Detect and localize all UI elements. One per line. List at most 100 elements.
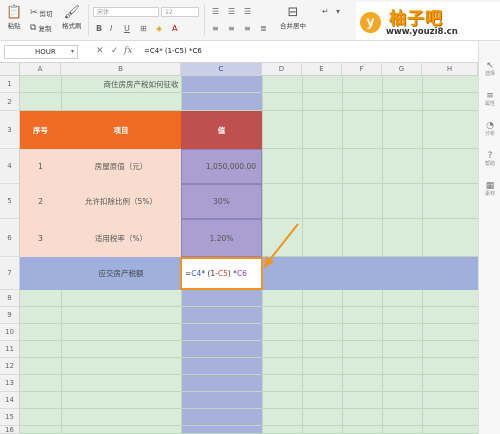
logo-mark: y	[360, 12, 381, 33]
row-header[interactable]: 6	[0, 219, 20, 257]
row-no-cell[interactable]: 3	[20, 219, 61, 257]
align-bottom-icon[interactable]: ☰	[244, 7, 251, 16]
select-all-corner[interactable]	[0, 63, 20, 76]
active-cell-editor[interactable]: = C4 * (1- C5 ) * C6	[180, 257, 263, 290]
copy-label: 复制	[38, 25, 52, 33]
scissors-icon: ✂	[30, 7, 38, 18]
column-header-g[interactable]: G	[382, 63, 422, 76]
align-left-icon[interactable]: ≡	[212, 24, 219, 33]
side-item-select[interactable]: ↖ 选择	[479, 61, 500, 78]
column-header-b[interactable]: B	[61, 63, 181, 76]
header-value-cell[interactable]: 值	[181, 111, 262, 149]
wrap-text-icon[interactable]: ↵	[322, 7, 329, 16]
row-header[interactable]: 12	[0, 358, 20, 375]
row-header[interactable]: 3	[0, 111, 20, 149]
grid-line	[422, 76, 423, 434]
row-header[interactable]: 9	[0, 307, 20, 324]
grid-line	[302, 76, 303, 434]
material-icon: ▦	[485, 181, 495, 191]
row-header[interactable]: 8	[0, 290, 20, 307]
row-no-cell[interactable]: 1	[20, 149, 61, 184]
italic-button[interactable]: I	[110, 24, 112, 33]
formula-part: ) *	[227, 269, 237, 278]
ribbon-toolbar: 📋 粘贴 ✂ 剪切 ⧉ 复制 🖌 格式刷 宋体 12 B I U ⊞ ◈ A ☰…	[0, 0, 500, 41]
format-painter-button[interactable]: 🖌 格式刷	[62, 6, 82, 30]
align-middle-icon[interactable]: ☰	[228, 7, 235, 16]
row-item-cell[interactable]: 允许扣除比例（5%）	[61, 184, 181, 219]
column-header-h[interactable]: H	[422, 63, 478, 76]
side-item-label: 选择	[484, 71, 495, 77]
confirm-icon[interactable]: ✓	[111, 46, 119, 57]
row-header[interactable]: 15	[0, 409, 20, 426]
copy-icon: ⧉	[30, 22, 37, 33]
formula-bar: HOUR ▾ ✕ ✓ fx =C4* (1-C5) *C6	[0, 41, 478, 63]
row-header[interactable]: 16	[0, 426, 20, 434]
grid-line	[20, 391, 478, 392]
row-header[interactable]: 11	[0, 341, 20, 358]
row-header[interactable]: 13	[0, 375, 20, 392]
formula-ref-c5: C5	[217, 269, 228, 278]
row-value-cell[interactable]: 30%	[181, 184, 262, 219]
name-box[interactable]: HOUR ▾	[4, 45, 78, 59]
cut-button[interactable]: ✂ 剪切	[30, 8, 53, 18]
underline-button[interactable]: U	[124, 24, 130, 33]
row-item-cell[interactable]: 房屋原值（元）	[61, 149, 181, 184]
column-header-a[interactable]: A	[20, 63, 61, 76]
format-painter-label: 格式刷	[62, 22, 82, 30]
side-item-help[interactable]: ? 帮助	[479, 151, 500, 168]
font-color-icon[interactable]: A	[172, 24, 177, 33]
grid-line	[20, 340, 478, 341]
header-no-cell[interactable]: 序号	[20, 111, 61, 149]
row-header[interactable]: 7	[0, 257, 20, 290]
font-name-select[interactable]: 宋体	[93, 7, 159, 17]
fill-color-icon[interactable]: ◈	[156, 24, 162, 33]
row-header[interactable]: 2	[0, 93, 20, 111]
result-label-cell[interactable]: 应交房产税额	[61, 257, 181, 290]
side-item-analysis[interactable]: ◔ 分析	[479, 121, 500, 138]
paste-button[interactable]: 📋 粘贴	[6, 6, 22, 30]
bold-button[interactable]: B	[96, 24, 102, 33]
border-icon[interactable]: ⊞	[140, 24, 147, 33]
header-item-cell[interactable]: 项目	[61, 111, 181, 149]
row-header[interactable]: 14	[0, 392, 20, 409]
name-box-value: HOUR	[35, 48, 56, 56]
chevron-down-icon[interactable]: ▾	[71, 46, 74, 58]
column-header-e[interactable]: E	[302, 63, 342, 76]
formula-ref-c6: C6	[236, 269, 247, 278]
dropdown-arrow-icon[interactable]: ▾	[336, 7, 340, 16]
cursor-icon: ↖	[486, 61, 494, 71]
grid-line	[20, 323, 478, 324]
font-size-value: 12	[165, 9, 173, 16]
sheet-title[interactable]: 商住房房产税如何征收	[20, 76, 262, 93]
row-header[interactable]: 10	[0, 324, 20, 341]
column-header-d[interactable]: D	[262, 63, 302, 76]
row-value-cell[interactable]: 1,050,000.00	[181, 149, 262, 184]
copy-button[interactable]: ⧉ 复制	[30, 23, 51, 33]
cancel-icon[interactable]: ✕	[96, 46, 104, 57]
font-size-select[interactable]: 12	[161, 7, 199, 17]
column-header-f[interactable]: F	[342, 63, 382, 76]
merge-cells-icon: ⊟	[287, 5, 299, 20]
grid-line	[20, 306, 478, 307]
cut-label: 剪切	[39, 10, 53, 18]
side-item-properties[interactable]: ≡ 属性	[479, 91, 500, 108]
column-header-c[interactable]: C	[181, 63, 262, 76]
row-header[interactable]: 4	[0, 149, 20, 184]
merge-center-button[interactable]: ⊟ 合并居中	[280, 6, 306, 30]
row-value-cell[interactable]: 1.20%	[181, 219, 262, 257]
distributed-icon[interactable]: ≣	[260, 24, 267, 33]
align-right-icon[interactable]: ≡	[244, 24, 251, 33]
align-center-icon[interactable]: ≡	[228, 24, 235, 33]
formula-input[interactable]: =C4* (1-C5) *C6	[144, 47, 202, 55]
row-no-cell[interactable]: 2	[20, 184, 61, 219]
row-item-cell[interactable]: 适用税率（%）	[61, 219, 181, 257]
side-item-material[interactable]: ▦ 素材	[479, 181, 500, 198]
fx-icon[interactable]: fx	[124, 46, 132, 57]
row-header[interactable]: 5	[0, 184, 20, 219]
align-top-icon[interactable]: ☰	[212, 7, 219, 16]
brush-icon: 🖌	[63, 5, 80, 20]
row-header[interactable]: 1	[0, 76, 20, 93]
grid-line	[20, 425, 478, 426]
formula-part: * (1-	[201, 269, 218, 278]
grid-line	[20, 357, 478, 358]
